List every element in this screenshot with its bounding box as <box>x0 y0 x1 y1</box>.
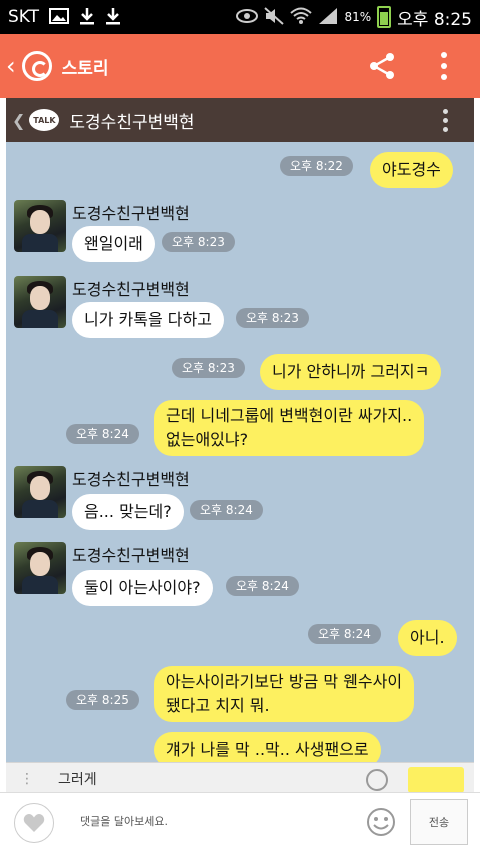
message-line: 아는사이라기보단 방금 막 웬수사이 <box>166 672 403 691</box>
comment-input[interactable]: 댓글을 달아보세요. <box>80 813 168 829</box>
emoji-button[interactable] <box>366 807 396 837</box>
chat-area[interactable]: 오후 8:22 야도경수 도경수친구변백현 왠일이래 오후 8:23 도경수친구… <box>6 142 474 762</box>
message-time: 오후 8:24 <box>190 500 263 520</box>
overflow-menu-button[interactable] <box>422 44 466 88</box>
sender-name: 도경수친구변백현 <box>72 204 190 223</box>
my-message-bubble[interactable]: 근데 니네그룹에 변백현이란 싸가지.. 없는애있냐? <box>154 400 425 456</box>
app-bar: ‹ 스토리 <box>0 34 480 98</box>
chat-input-bar: ⋮ 그러게 <box>6 762 474 793</box>
back-chevron-icon[interactable]: ‹ <box>6 52 16 80</box>
comment-send-button[interactable]: 전송 <box>410 799 468 845</box>
kakaostory-logo-icon <box>21 51 52 81</box>
avatar[interactable] <box>14 542 66 594</box>
their-message-bubble[interactable]: 왠일이래 <box>72 226 155 262</box>
chat-input-field[interactable]: 그러게 <box>58 769 97 789</box>
my-message-bubble[interactable]: 니가 안하니까 그러지ㅋ <box>260 354 442 390</box>
smiley-icon <box>367 808 395 836</box>
sender-name: 도경수친구변백현 <box>72 546 190 565</box>
message-time: 오후 8:23 <box>236 308 309 328</box>
more-vertical-icon <box>441 52 447 58</box>
avatar[interactable] <box>14 466 66 518</box>
message-time: 오후 8:23 <box>172 358 245 378</box>
message-line: 없는애있냐? <box>166 430 249 449</box>
wifi-icon <box>290 7 313 28</box>
download-icon <box>105 7 121 28</box>
battery-percent: 81% <box>344 10 372 24</box>
message-time: 오후 8:24 <box>308 624 381 644</box>
my-message-bubble[interactable]: 아니. <box>398 620 457 656</box>
my-message-bubble[interactable]: 아는사이라기보단 방금 막 웬수사이 됐다고 치지 뭐. <box>154 666 415 722</box>
eye-icon <box>236 8 259 26</box>
avatar[interactable] <box>14 276 66 328</box>
share-icon <box>370 53 394 79</box>
message-time: 오후 8:24 <box>66 424 139 444</box>
message-time: 오후 8:23 <box>162 232 235 252</box>
battery-icon <box>377 6 392 28</box>
sender-name: 도경수친구변백현 <box>72 470 190 489</box>
status-bar: SKT 81% 오후 8:25 <box>0 0 480 34</box>
message-time: 오후 8:24 <box>226 576 299 596</box>
comment-bar: 댓글을 달아보세요. 전송 <box>0 792 480 853</box>
message-line: 됐다고 치지 뭐. <box>166 696 270 715</box>
message-time: 오후 8:22 <box>280 156 353 176</box>
their-message-bubble[interactable]: 니가 카톡을 다하고 <box>72 302 224 338</box>
sender-name: 도경수친구변백현 <box>72 280 190 299</box>
carrier-label: SKT <box>8 7 40 27</box>
avatar[interactable] <box>14 200 66 252</box>
chat-back-icon[interactable]: ❮ <box>12 111 25 130</box>
message-time: 오후 8:25 <box>66 690 139 710</box>
clock: 오후 8:25 <box>397 9 472 30</box>
share-button[interactable] <box>360 44 404 88</box>
emoticon-icon[interactable] <box>366 769 388 791</box>
chat-send-button[interactable] <box>408 767 464 793</box>
download-icon <box>79 7 95 28</box>
image-icon <box>49 7 70 27</box>
heart-icon <box>23 814 45 832</box>
like-button[interactable] <box>14 803 54 843</box>
app-title: 스토리 <box>61 58 109 79</box>
their-message-bubble[interactable]: 음... 맞는데? <box>72 494 184 530</box>
message-line: 근데 니네그룹에 변백현이란 싸가지.. <box>166 406 413 425</box>
chat-header: ❮ TALK 도경수친구변백현 <box>6 98 474 142</box>
my-message-bubble[interactable]: 걔가 나를 막 ..막.. 사생팬으로 <box>154 732 381 762</box>
kakaotalk-logo-icon: TALK <box>29 109 60 131</box>
chat-title: 도경수친구변백현 <box>69 112 195 133</box>
my-message-bubble[interactable]: 야도경수 <box>370 152 453 188</box>
mute-icon <box>264 6 285 28</box>
signal-icon <box>318 7 338 28</box>
their-message-bubble[interactable]: 둘이 아는사이야? <box>72 570 213 606</box>
attach-icon[interactable]: ⋮ <box>20 771 34 787</box>
chat-menu-button[interactable] <box>443 108 448 132</box>
